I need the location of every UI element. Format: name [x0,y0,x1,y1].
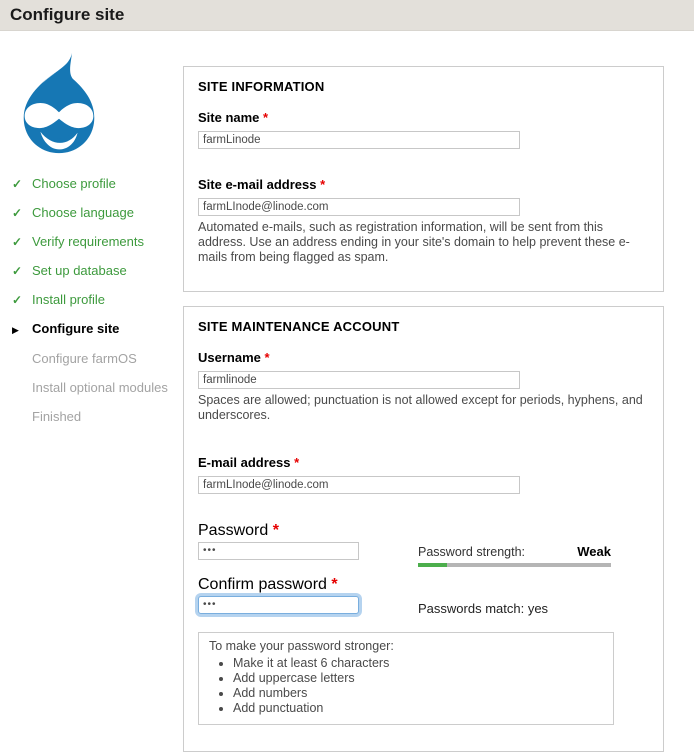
confirm-password-label: Confirm password * [198,576,338,593]
site-name-label: Site name * [198,110,649,125]
content: ✓ Choose profile ✓ Choose language ✓ Ver… [0,31,694,752]
page-title: Configure site [0,0,694,30]
confirm-password-input[interactable] [198,596,359,614]
required-marker: * [320,177,325,192]
password-suggestion: Add punctuation [233,701,603,715]
password-suggestion: Add uppercase letters [233,671,603,685]
site-email-description: Automated e-mails, such as registration … [198,220,649,265]
username-input[interactable] [198,371,520,389]
site-email-input[interactable] [198,198,520,216]
username-description: Spaces are allowed; punctuation is not a… [198,393,649,423]
step-install-profile: ✓ Install profile [12,293,183,307]
password-suggestions-title: To make your password stronger: [209,639,603,653]
page-header: Configure site [0,0,694,31]
step-verify-requirements: ✓ Verify requirements [12,235,183,249]
step-choose-language: ✓ Choose language [12,206,183,220]
step-finished: Finished [12,410,183,424]
required-marker: * [294,455,299,470]
site-information-fieldset: SITE INFORMATION Site name * Site e-mail… [183,66,664,292]
step-label: Finished [32,410,81,424]
site-name-field: Site name * [198,110,649,149]
check-icon: ✓ [12,235,32,249]
site-email-field: Site e-mail address * Automated e-mails,… [198,177,649,265]
username-label: Username * [198,350,649,365]
password-suggestion: Add numbers [233,686,603,700]
required-marker: * [331,576,337,593]
password-strength-fill [418,563,447,567]
fieldset-legend: SITE INFORMATION [198,79,649,94]
sidebar: ✓ Choose profile ✓ Choose language ✓ Ver… [0,31,183,752]
password-row: Password * Password strength: Weak [198,522,649,567]
step-label: Verify requirements [32,235,144,249]
password-strength-indicator: Password strength: Weak [418,522,611,567]
install-page: Configure site ✓ Choose profile ✓ [0,0,694,752]
step-label: Install profile [32,293,105,307]
drupal-logo-icon [12,51,106,155]
confirm-password-row: Confirm password * Passwords match: yes [198,576,649,616]
admin-email-input[interactable] [198,476,520,494]
site-email-label: Site e-mail address * [198,177,649,192]
step-configure-site: ▶ Configure site [12,322,183,337]
step-label: Configure site [32,322,119,336]
password-strength-level: Weak [577,544,611,559]
current-step-arrow-icon: ▶ [12,323,32,337]
install-task-list: ✓ Choose profile ✓ Choose language ✓ Ver… [12,177,183,424]
password-input[interactable] [198,542,359,560]
step-choose-profile: ✓ Choose profile [12,177,183,191]
username-field: Username * Spaces are allowed; punctuati… [198,350,649,423]
confirm-password-field: Confirm password * [198,576,418,616]
check-icon: ✓ [12,264,32,278]
admin-email-label: E-mail address * [198,455,649,470]
password-suggestions-box: To make your password stronger: Make it … [198,632,614,725]
password-suggestions-list: Make it at least 6 characters Add upperc… [209,656,603,715]
required-marker: * [273,522,279,539]
step-label: Choose language [32,206,134,220]
password-strength-label: Password strength: [418,545,525,559]
check-icon: ✓ [12,293,32,307]
step-label: Install optional modules [32,381,168,395]
step-label: Choose profile [32,177,116,191]
password-strength-bar [418,563,611,567]
step-install-optional-modules: Install optional modules [12,381,183,395]
required-marker: * [265,350,270,365]
step-label: Configure farmOS [32,352,137,366]
required-marker: * [263,110,268,125]
site-name-input[interactable] [198,131,520,149]
fieldset-legend: SITE MAINTENANCE ACCOUNT [198,319,649,334]
step-configure-farmos: Configure farmOS [12,352,183,366]
passwords-match-status: Passwords match: yes [418,601,611,616]
password-label: Password * [198,522,279,539]
main-form: SITE INFORMATION Site name * Site e-mail… [183,66,664,752]
admin-email-field: E-mail address * [198,455,649,494]
password-field: Password * [198,522,418,567]
site-maintenance-account-fieldset: SITE MAINTENANCE ACCOUNT Username * Spac… [183,306,664,752]
password-suggestion: Make it at least 6 characters [233,656,603,670]
check-icon: ✓ [12,177,32,191]
step-label: Set up database [32,264,127,278]
check-icon: ✓ [12,206,32,220]
step-set-up-database: ✓ Set up database [12,264,183,278]
